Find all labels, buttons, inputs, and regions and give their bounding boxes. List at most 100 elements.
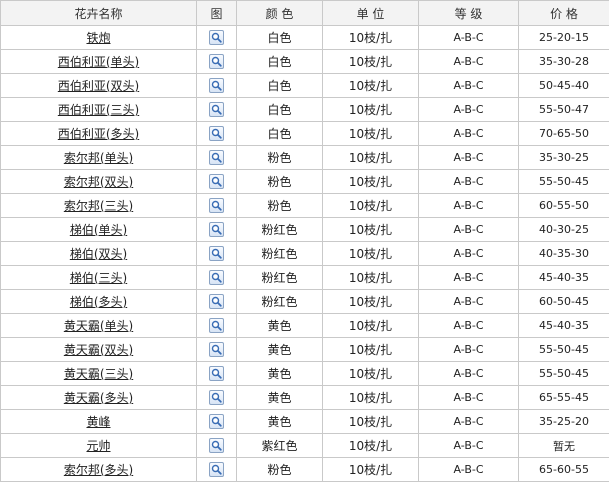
magnifier-icon[interactable] [209, 174, 224, 189]
flower-name-link[interactable]: 黄峰 [86, 415, 110, 429]
flower-name-link[interactable]: 黄天霸(单头) [64, 319, 133, 333]
flower-name-cell: 索尔邦(单头) [0, 145, 197, 170]
flower-name-link[interactable]: 梯伯(单头) [70, 223, 127, 237]
flower-name-cell: 元帅 [0, 433, 197, 458]
grade-cell: A-B-C [418, 337, 519, 362]
flower-name-link[interactable]: 铁炮 [86, 31, 110, 45]
magnifier-icon[interactable] [209, 390, 224, 405]
grade-cell: A-B-C [418, 73, 519, 98]
image-cell [196, 361, 237, 386]
color-cell: 粉红色 [236, 289, 323, 314]
magnifier-icon[interactable] [209, 198, 224, 213]
price-cell: 45-40-35 [518, 313, 609, 338]
table-row: 梯伯(多头) 粉红色 10枝/扎 A-B-C 60-50-45 [0, 289, 609, 314]
image-cell [196, 313, 237, 338]
unit-cell: 10枝/扎 [322, 457, 419, 482]
color-cell: 黄色 [236, 337, 323, 362]
flower-name-link[interactable]: 西伯利亚(三头) [58, 103, 139, 117]
magnifier-icon[interactable] [209, 366, 224, 381]
unit-cell: 10枝/扎 [322, 313, 419, 338]
flower-name-cell: 黄天霸(双头) [0, 337, 197, 362]
price-cell: 65-55-45 [518, 385, 609, 410]
image-cell [196, 97, 237, 122]
color-cell: 白色 [236, 121, 323, 146]
table-row: 索尔邦(多头) 粉色 10枝/扎 A-B-C 65-60-55 [0, 457, 609, 482]
flower-name-link[interactable]: 西伯利亚(单头) [58, 55, 139, 69]
flower-name-link[interactable]: 西伯利亚(多头) [58, 127, 139, 141]
unit-cell: 10枝/扎 [322, 169, 419, 194]
flower-name-cell: 梯伯(单头) [0, 217, 197, 242]
flower-name-link[interactable]: 索尔邦(单头) [64, 151, 133, 165]
price-cell: 35-25-20 [518, 409, 609, 434]
magnifier-icon[interactable] [209, 414, 224, 429]
flower-name-cell: 西伯利亚(单头) [0, 49, 197, 74]
magnifier-icon[interactable] [209, 30, 224, 45]
flower-name-link[interactable]: 西伯利亚(双头) [58, 79, 139, 93]
unit-cell: 10枝/扎 [322, 241, 419, 266]
flower-name-cell: 索尔邦(双头) [0, 169, 197, 194]
magnifier-icon[interactable] [209, 438, 224, 453]
color-cell: 粉红色 [236, 241, 323, 266]
magnifier-icon[interactable] [209, 270, 224, 285]
image-cell [196, 193, 237, 218]
price-cell: 45-40-35 [518, 265, 609, 290]
magnifier-icon[interactable] [209, 318, 224, 333]
flower-name-link[interactable]: 梯伯(多头) [70, 295, 127, 309]
image-cell [196, 265, 237, 290]
color-cell: 白色 [236, 49, 323, 74]
flower-name-link[interactable]: 黄天霸(双头) [64, 343, 133, 357]
magnifier-icon[interactable] [209, 126, 224, 141]
table-row: 黄天霸(双头) 黄色 10枝/扎 A-B-C 55-50-45 [0, 337, 609, 362]
magnifier-icon[interactable] [209, 54, 224, 69]
magnifier-icon[interactable] [209, 102, 224, 117]
flower-name-link[interactable]: 梯伯(双头) [70, 247, 127, 261]
grade-cell: A-B-C [418, 49, 519, 74]
color-cell: 白色 [236, 97, 323, 122]
color-cell: 粉色 [236, 457, 323, 482]
grade-cell: A-B-C [418, 169, 519, 194]
flower-name-link[interactable]: 索尔邦(多头) [64, 463, 133, 477]
unit-cell: 10枝/扎 [322, 409, 419, 434]
flower-name-link[interactable]: 索尔邦(双头) [64, 175, 133, 189]
flower-name-link[interactable]: 索尔邦(三头) [64, 199, 133, 213]
flower-price-table: 花卉名称 图 颜 色 单 位 等 级 价 格 铁炮 白色 10枝/扎 A-B-C 25-… [0, 0, 609, 482]
flower-name-cell: 黄峰 [0, 409, 197, 434]
magnifier-icon[interactable] [209, 222, 224, 237]
flower-name-cell: 梯伯(双头) [0, 241, 197, 266]
magnifier-icon[interactable] [209, 294, 224, 309]
grade-cell: A-B-C [418, 361, 519, 386]
price-cell: 50-45-40 [518, 73, 609, 98]
table-row: 西伯利亚(双头) 白色 10枝/扎 A-B-C 50-45-40 [0, 73, 609, 98]
flower-name-link[interactable]: 黄天霸(三头) [64, 367, 133, 381]
unit-cell: 10枝/扎 [322, 361, 419, 386]
price-cell: 35-30-25 [518, 145, 609, 170]
header-color: 颜 色 [236, 0, 323, 26]
magnifier-icon[interactable] [209, 150, 224, 165]
magnifier-icon[interactable] [209, 246, 224, 261]
flower-name-cell: 黄天霸(多头) [0, 385, 197, 410]
flower-name-link[interactable]: 元帅 [86, 439, 110, 453]
table-row: 索尔邦(双头) 粉色 10枝/扎 A-B-C 55-50-45 [0, 169, 609, 194]
table-row: 梯伯(双头) 粉红色 10枝/扎 A-B-C 40-35-30 [0, 241, 609, 266]
magnifier-icon[interactable] [209, 78, 224, 93]
image-cell [196, 169, 237, 194]
color-cell: 白色 [236, 25, 323, 50]
image-cell [196, 457, 237, 482]
table-row: 梯伯(三头) 粉红色 10枝/扎 A-B-C 45-40-35 [0, 265, 609, 290]
grade-cell: A-B-C [418, 217, 519, 242]
magnifier-icon[interactable] [209, 462, 224, 477]
table-row: 西伯利亚(单头) 白色 10枝/扎 A-B-C 35-30-28 [0, 49, 609, 74]
color-cell: 粉色 [236, 169, 323, 194]
image-cell [196, 385, 237, 410]
grade-cell: A-B-C [418, 145, 519, 170]
unit-cell: 10枝/扎 [322, 433, 419, 458]
header-unit: 单 位 [322, 0, 419, 26]
magnifier-icon[interactable] [209, 342, 224, 357]
color-cell: 黄色 [236, 385, 323, 410]
image-cell [196, 241, 237, 266]
flower-name-link[interactable]: 梯伯(三头) [70, 271, 127, 285]
table-row: 西伯利亚(多头) 白色 10枝/扎 A-B-C 70-65-50 [0, 121, 609, 146]
grade-cell: A-B-C [418, 289, 519, 314]
flower-name-link[interactable]: 黄天霸(多头) [64, 391, 133, 405]
price-cell: 40-30-25 [518, 217, 609, 242]
